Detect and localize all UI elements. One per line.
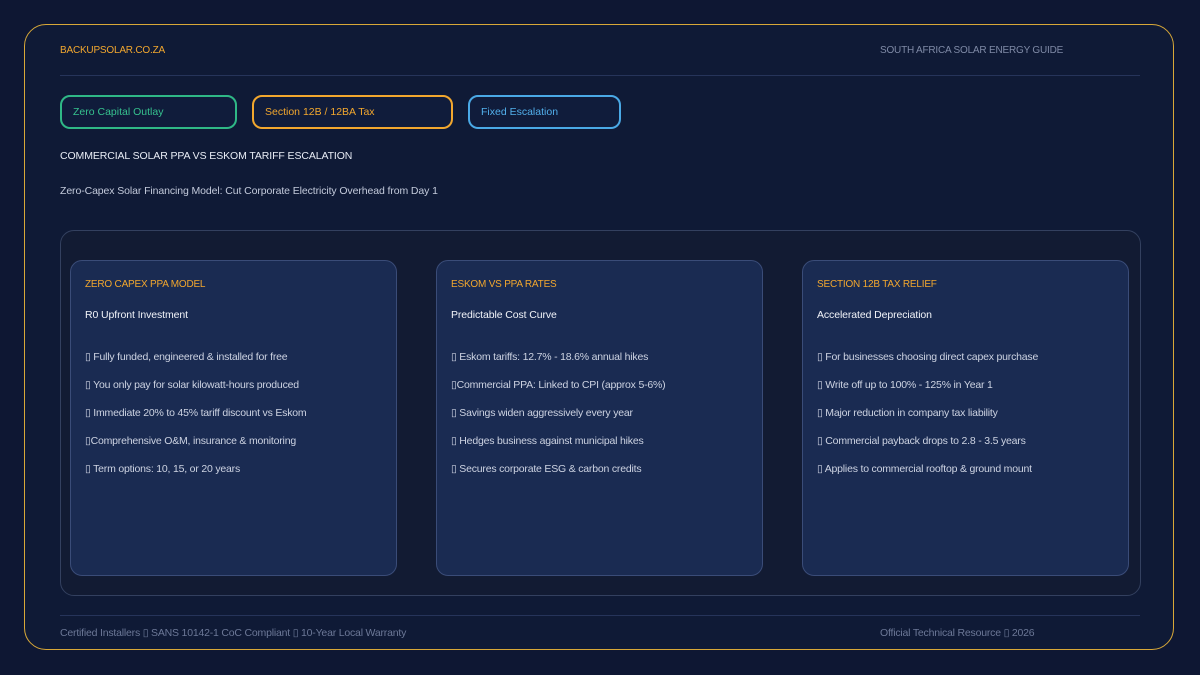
list-item: ▯ Applies to commercial rooftop & ground…	[817, 463, 1032, 475]
card-heading: Accelerated Depreciation	[817, 309, 932, 321]
bullet-icon: ▯	[85, 463, 91, 475]
list-item: ▯ Term options: 10, 15, or 20 years	[85, 463, 241, 475]
list-item: ▯ You only pay for solar kilowatt-hours …	[85, 379, 299, 391]
header-divider	[60, 75, 1140, 76]
bullet-icon: ▯	[85, 379, 91, 391]
bullet-icon: ▯	[85, 407, 91, 419]
list-item: ▯ Major reduction in company tax liabili…	[817, 407, 998, 419]
guide-label: SOUTH AFRICA SOLAR ENERGY GUIDE	[880, 45, 1064, 56]
bullet-icon: ▯	[817, 407, 823, 419]
pill-zero-capital: Zero Capital Outlay	[60, 95, 237, 129]
page-subtitle: Zero-Capex Solar Financing Model: Cut Co…	[60, 185, 438, 197]
bullet-icon: ▯	[85, 351, 91, 363]
bullet-icon: ▯	[817, 351, 823, 363]
list-item: ▯ Eskom tariffs: 12.7% - 18.6% annual hi…	[451, 351, 649, 363]
bullet-icon: ▯	[451, 407, 457, 419]
list-item: ▯Commercial PPA: Linked to CPI (approx 5…	[451, 379, 666, 391]
list-item: ▯Comprehensive O&M, insurance & monitori…	[85, 435, 296, 447]
pill-fixed-escalation: Fixed Escalation	[468, 95, 621, 129]
list-item: ▯ Hedges business against municipal hike…	[451, 435, 644, 447]
list-item: ▯ For businesses choosing direct capex p…	[817, 351, 1039, 363]
bullet-icon: ▯	[451, 463, 457, 475]
card-heading: Predictable Cost Curve	[451, 309, 557, 321]
list-item: ▯ Savings widen aggressively every year	[451, 407, 633, 419]
card-section-12b: SECTION 12B TAX RELIEF Accelerated Depre…	[802, 260, 1129, 576]
card-zero-capex: ZERO CAPEX PPA MODEL R0 Upfront Investme…	[70, 260, 397, 576]
list-item: ▯ Commercial payback drops to 2.8 - 3.5 …	[817, 435, 1026, 447]
card-eskom-vs-ppa: ESKOM VS PPA RATES Predictable Cost Curv…	[436, 260, 763, 576]
bullet-icon: ▯	[817, 463, 823, 475]
bullet-icon: ▯	[451, 351, 457, 363]
list-item: ▯ Fully funded, engineered & installed f…	[85, 351, 288, 363]
card-category: ZERO CAPEX PPA MODEL	[85, 279, 206, 290]
brand-label: BACKUPSOLAR.CO.ZA	[60, 45, 165, 56]
footer-resource: Official Technical Resource ▯ 2026	[880, 627, 1035, 639]
list-item: ▯ Immediate 20% to 45% tariff discount v…	[85, 407, 307, 419]
footer-credentials: Certified Installers ▯ SANS 10142-1 CoC …	[60, 627, 407, 639]
page-title: COMMERCIAL SOLAR PPA VS ESKOM TARIFF ESC…	[60, 150, 353, 162]
card-category: ESKOM VS PPA RATES	[451, 279, 557, 290]
pill-section-12b: Section 12B / 12BA Tax	[252, 95, 453, 129]
list-item: ▯ Secures corporate ESG & carbon credits	[451, 463, 642, 475]
list-item: ▯ Write off up to 100% - 125% in Year 1	[817, 379, 993, 391]
footer-divider	[60, 615, 1140, 616]
card-category: SECTION 12B TAX RELIEF	[817, 279, 937, 290]
bullet-icon: ▯	[817, 435, 823, 447]
bullet-icon: ▯	[451, 435, 457, 447]
bullet-icon: ▯	[817, 379, 823, 391]
card-heading: R0 Upfront Investment	[85, 309, 188, 321]
